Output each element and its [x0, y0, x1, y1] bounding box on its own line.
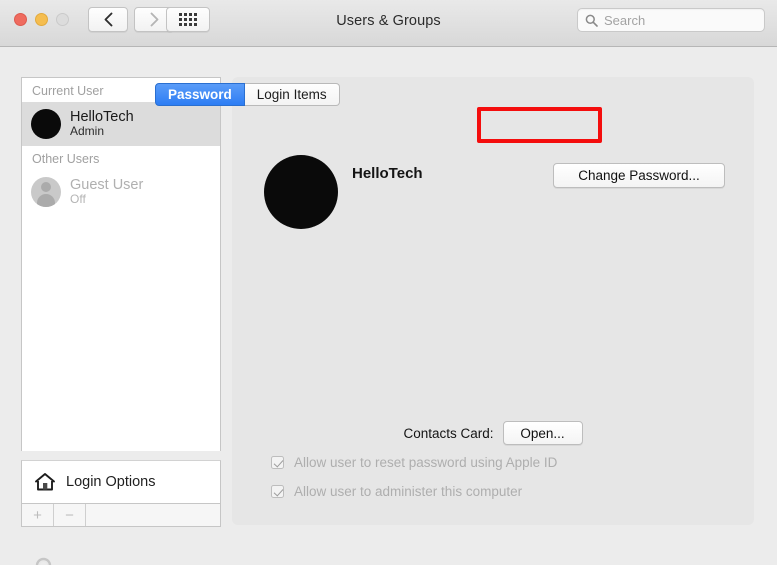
users-and-groups-window: Users & Groups Search Current User Hello… [0, 0, 777, 565]
checkbox-administer-computer[interactable]: Allow user to administer this computer [271, 484, 557, 499]
checkbox-icon [271, 485, 284, 498]
change-password-button[interactable]: Change Password... [553, 163, 725, 188]
add-user-button[interactable]: + [22, 504, 54, 526]
checkbox-label: Allow user to reset password using Apple… [294, 455, 557, 470]
user-role: Admin [70, 125, 134, 139]
user-text: Guest User Off [70, 177, 143, 207]
contacts-card-label: Contacts Card: [403, 426, 493, 441]
open-contacts-card-button[interactable]: Open... [503, 421, 583, 445]
account-detail-panel: HelloTech Change Password... Contacts Ca… [232, 77, 754, 525]
checkbox-icon [271, 456, 284, 469]
tab-password[interactable]: Password [155, 83, 245, 106]
sidebar-footer: + − [21, 503, 221, 527]
user-text: HelloTech Admin [70, 109, 134, 139]
user-name: HelloTech [70, 109, 134, 126]
contacts-card-row: Contacts Card: Open... [232, 421, 754, 445]
sidebar-item-guest-user[interactable]: Guest User Off [22, 170, 220, 214]
tab-bar: Password Login Items [155, 83, 340, 106]
search-placeholder: Search [604, 13, 645, 28]
user-list-sidebar: Current User HelloTech Admin Other Users… [21, 77, 221, 451]
lock-button[interactable] [29, 556, 58, 565]
avatar [31, 109, 61, 139]
user-role: Off [70, 193, 143, 207]
sidebar-item-login-options[interactable]: Login Options [21, 460, 221, 504]
preference-body: Current User HelloTech Admin Other Users… [0, 47, 777, 565]
tab-login-items[interactable]: Login Items [245, 83, 340, 106]
sidebar-item-hellotech[interactable]: HelloTech Admin [22, 102, 220, 146]
checkbox-reset-password-apple-id[interactable]: Allow user to reset password using Apple… [271, 455, 557, 470]
login-options-label: Login Options [66, 474, 155, 490]
group-header-other-users: Other Users [22, 146, 220, 170]
search-icon [585, 14, 598, 27]
avatar [31, 177, 61, 207]
account-name: HelloTech [352, 165, 423, 182]
permission-checkboxes: Allow user to reset password using Apple… [271, 455, 557, 513]
user-name: Guest User [70, 177, 143, 194]
account-avatar[interactable] [264, 155, 338, 229]
sidebar-footer-spacer [86, 504, 220, 526]
home-icon [34, 472, 56, 492]
window-titlebar: Users & Groups Search [0, 0, 777, 47]
remove-user-button[interactable]: − [54, 504, 86, 526]
checkbox-label: Allow user to administer this computer [294, 484, 522, 499]
search-field[interactable]: Search [577, 8, 765, 32]
